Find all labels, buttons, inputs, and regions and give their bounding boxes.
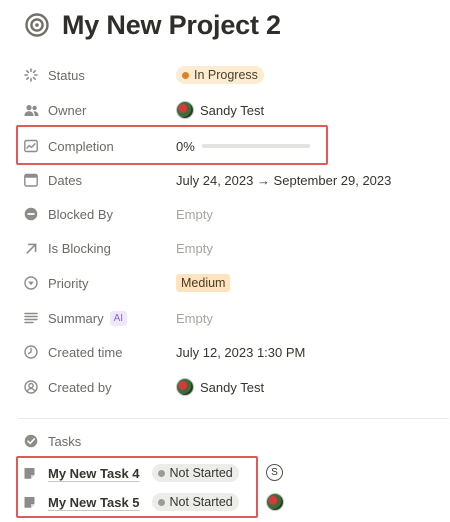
person-circle-icon: [23, 379, 39, 395]
lines-icon: [23, 310, 39, 326]
avatar: S: [266, 464, 283, 481]
calendar-icon: [23, 172, 39, 188]
property-name: Summary AI: [20, 310, 176, 326]
status-dot-icon: [157, 469, 165, 477]
arrow-up-right-icon: [23, 240, 39, 256]
status-badge[interactable]: Not Started: [151, 493, 239, 511]
property-summary[interactable]: Summary AI Empty: [20, 303, 440, 333]
status-badge[interactable]: In Progress: [176, 66, 264, 84]
chevron-circle-icon: [23, 275, 39, 291]
property-value[interactable]: In Progress: [176, 66, 440, 84]
property-created-by[interactable]: Created by Sandy Test: [20, 372, 440, 402]
property-name: Dates: [20, 172, 176, 188]
property-value[interactable]: 0%: [176, 139, 440, 154]
property-priority[interactable]: Priority Medium: [20, 268, 440, 298]
priority-badge[interactable]: Medium: [176, 274, 231, 292]
property-name: Created by: [20, 379, 176, 395]
page-title[interactable]: My New Project 2: [62, 10, 281, 41]
task-link[interactable]: My New Task 5: [48, 495, 140, 510]
page-icon: [22, 495, 36, 509]
property-name: Priority: [20, 275, 176, 291]
page-icon: [22, 466, 36, 480]
property-value: Sandy Test: [176, 378, 440, 396]
property-created-time[interactable]: Created time July 12, 2023 1:30 PM: [20, 337, 440, 367]
property-name: Status: [20, 67, 176, 83]
person-name[interactable]: Sandy Test: [200, 103, 264, 118]
person-name: Sandy Test: [200, 379, 265, 395]
status-dot-icon: [182, 71, 189, 79]
tasks-header[interactable]: Tasks: [20, 428, 81, 454]
created-time-value: July 12, 2023 1:30 PM: [176, 344, 306, 360]
avatar: [176, 101, 194, 119]
property-dates[interactable]: Dates July 24, 2023 → September 29, 2023: [20, 165, 440, 195]
status-spinner-icon: [23, 67, 39, 83]
chart-line-icon: [23, 138, 39, 154]
property-value[interactable]: Empty: [176, 241, 440, 256]
task-item[interactable]: My New Task 5 Not Started: [22, 489, 239, 515]
minus-circle-icon: [23, 206, 39, 222]
check-circle-icon: [23, 433, 39, 449]
people-icon: [23, 102, 39, 118]
property-value[interactable]: Empty: [176, 311, 440, 326]
property-status[interactable]: Status In Progress: [20, 60, 440, 90]
property-name: Owner: [20, 102, 176, 118]
status-badge[interactable]: Not Started: [151, 464, 239, 482]
property-value[interactable]: July 24, 2023 → September 29, 2023: [176, 173, 440, 188]
property-completion[interactable]: Completion 0%: [20, 131, 440, 161]
property-value: July 12, 2023 1:30 PM: [176, 345, 440, 360]
property-name: Blocked By: [20, 206, 176, 222]
property-value[interactable]: Empty: [176, 207, 440, 222]
property-owner[interactable]: Owner Sandy Test: [20, 95, 440, 125]
property-value[interactable]: Medium: [176, 274, 440, 292]
status-dot-icon: [157, 498, 165, 506]
clock-icon: [23, 344, 39, 360]
property-is-blocking[interactable]: Is Blocking Empty: [20, 233, 440, 263]
property-name: Created time: [20, 344, 176, 360]
date-range[interactable]: July 24, 2023 → September 29, 2023: [176, 173, 391, 188]
page-header: My New Project 2: [24, 8, 281, 42]
property-name: Is Blocking: [20, 240, 176, 256]
task-assignee[interactable]: [266, 493, 284, 511]
task-item[interactable]: My New Task 4 Not Started: [22, 460, 239, 486]
target-icon[interactable]: [24, 12, 50, 38]
ai-badge: AI: [109, 310, 128, 326]
property-value[interactable]: Sandy Test: [176, 101, 440, 119]
task-assignee[interactable]: S: [266, 464, 284, 482]
avatar: [176, 378, 194, 396]
empty-value[interactable]: Empty: [176, 241, 213, 256]
section-divider: [19, 418, 449, 419]
task-link[interactable]: My New Task 4: [48, 466, 140, 481]
property-blocked-by[interactable]: Blocked By Empty: [20, 199, 440, 229]
progress-bar: [201, 144, 310, 148]
empty-value[interactable]: Empty: [176, 311, 213, 326]
empty-value[interactable]: Empty: [176, 207, 213, 222]
property-name: Completion: [20, 138, 176, 154]
avatar: [266, 493, 284, 511]
completion-percent: 0%: [176, 138, 195, 154]
